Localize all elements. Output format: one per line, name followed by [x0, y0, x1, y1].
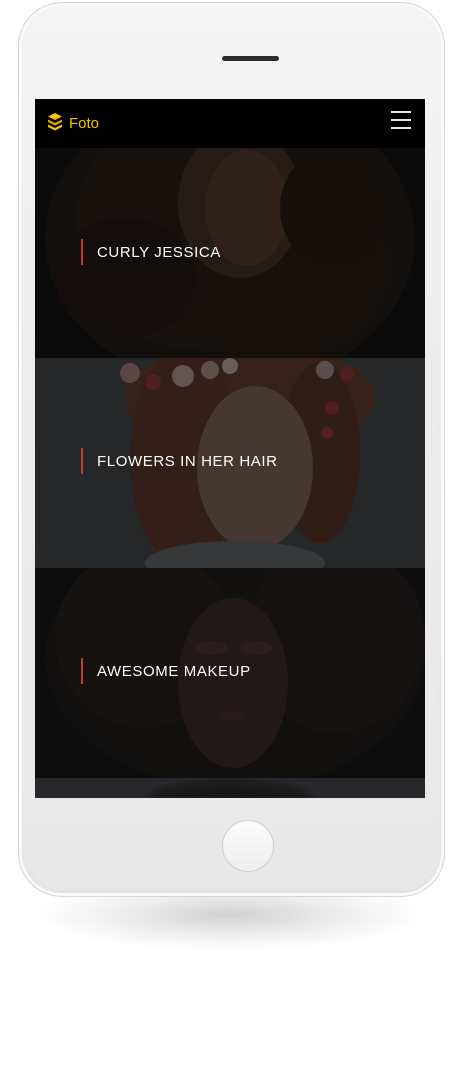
- top-navbar: Foto: [35, 99, 425, 147]
- phone-screen: Foto CURLY JESSICA FLOWERS IN HER HAIR A…: [35, 99, 425, 798]
- next-item-photo-edge: [145, 778, 315, 798]
- card-title-row: FLOWERS IN HER HAIR: [81, 448, 278, 474]
- home-button[interactable]: [222, 820, 274, 872]
- gallery-item-flowers-in-her-hair[interactable]: FLOWERS IN HER HAIR: [35, 358, 425, 568]
- gallery-item-curly-jessica[interactable]: CURLY JESSICA: [35, 148, 425, 358]
- hamburger-menu-icon[interactable]: [391, 111, 411, 129]
- stacked-layers-icon: [48, 113, 62, 131]
- menu-line: [391, 119, 411, 121]
- gallery-item-awesome-makeup[interactable]: AWESOME MAKEUP: [35, 568, 425, 778]
- menu-line: [391, 127, 411, 129]
- card-title[interactable]: CURLY JESSICA: [97, 244, 221, 261]
- phone-speaker: [222, 56, 279, 61]
- next-gallery-item-peek[interactable]: [35, 778, 425, 798]
- card-title-row: AWESOME MAKEUP: [81, 658, 251, 684]
- card-title-row: CURLY JESSICA: [81, 239, 221, 265]
- logo[interactable]: Foto: [47, 109, 99, 137]
- menu-line: [391, 111, 411, 113]
- card-title[interactable]: FLOWERS IN HER HAIR: [97, 453, 278, 470]
- accent-marker: [81, 448, 83, 474]
- card-title[interactable]: AWESOME MAKEUP: [97, 663, 251, 680]
- accent-marker: [81, 658, 83, 684]
- accent-marker: [81, 239, 83, 265]
- logo-text: Foto: [69, 114, 100, 132]
